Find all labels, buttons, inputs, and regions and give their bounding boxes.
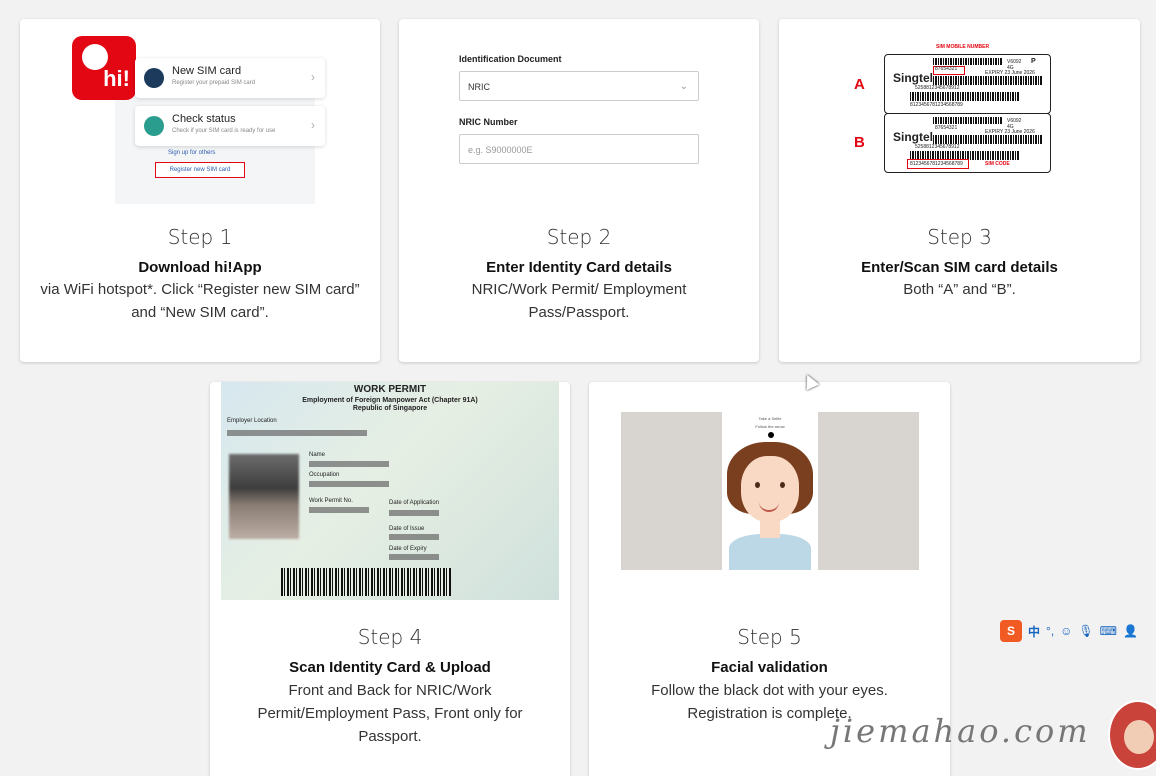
hi-app-logo: hi! [72, 36, 136, 100]
sim-mobile-number: 87654321 [935, 66, 958, 72]
id-document-select: NRIC ⌄ [459, 71, 699, 101]
chevron-right-icon: › [311, 70, 315, 84]
user-icon[interactable]: 👤 [1123, 624, 1138, 638]
sim-card-code: 5258812345678912 [915, 85, 960, 91]
step-card-3: A B SIM MOBILE NUMBER Singtel 87654321 V… [779, 19, 1140, 362]
new-sim-subtitle: Register your prepaid SIM card [172, 80, 256, 86]
step-title: Download hi!App [138, 259, 262, 276]
permit-title: WORK PERMIT [353, 384, 427, 395]
permit-barcode [281, 568, 451, 596]
permit-date-application-label: Date of Application [389, 500, 440, 506]
work-permit-image: WORK PERMIT Employment of Foreign Manpow… [221, 382, 559, 600]
sim-barcode [910, 92, 1020, 101]
step-title: Scan Identity Card & Upload [289, 659, 491, 676]
watermark-avatar [1108, 700, 1156, 770]
avatar-eye-left [755, 482, 760, 488]
step-number: Step 2 [546, 225, 612, 249]
singtel-logo: Singtel [893, 130, 934, 144]
sim-barcode [933, 76, 1043, 85]
avatar-shirt [729, 534, 811, 570]
step-description: Both “A” and “B”. [903, 281, 1016, 298]
id-document-value: NRIC [468, 82, 490, 92]
step-card-2: Identification Document NRIC ⌄ NRIC Numb… [399, 19, 759, 362]
permit-number-label: Work Permit No. [309, 498, 353, 504]
selfie-subheader: Follow the arrow [755, 424, 785, 429]
sim-type: P [1031, 58, 1036, 65]
permit-date-issue-label: Date of Issue [389, 526, 425, 532]
redacted-text [309, 507, 369, 513]
new-sim-title: New SIM card [172, 65, 242, 77]
emoji-icon[interactable]: ☺ [1060, 624, 1072, 638]
avatar-face-icon [1124, 720, 1154, 754]
redacted-text [227, 430, 367, 436]
chevron-down-icon: ⌄ [679, 81, 688, 92]
id-document-label: Identification Document [459, 54, 562, 64]
sim-mobile-number: 87654321 [935, 125, 958, 131]
redacted-text [309, 481, 389, 487]
selfie-header: Take a Selfie [758, 416, 782, 421]
nric-placeholder: e.g. S9000000E [468, 145, 533, 155]
sim-code: 8123456781234568789 [910, 102, 963, 108]
step-card-1: hi! New SIM card Register your prepaid S… [20, 19, 380, 362]
punctuation-icon[interactable]: °, [1046, 624, 1054, 638]
step-description: Front and Back for NRIC/Work Permit/Empl… [257, 682, 523, 745]
step-title: Enter/Scan SIM card details [861, 259, 1058, 276]
avatar-face [741, 456, 799, 522]
sim-mobile-number-label: SIM MOBILE NUMBER [936, 44, 990, 50]
sim-barcode [933, 58, 1003, 65]
microphone-icon[interactable]: 🎙 [1078, 624, 1093, 638]
hi-mascot-icon [82, 44, 108, 70]
avatar-eye-right [780, 482, 785, 488]
step-title: Facial validation [711, 659, 828, 676]
ime-language-toggle[interactable]: 中 [1028, 623, 1040, 640]
redacted-text [309, 461, 389, 467]
check-status-subtitle: Check if your SIM card is ready for use [172, 128, 276, 134]
check-status-menu: Check status Check if your SIM card is r… [135, 106, 325, 146]
permit-subtitle-1: Employment of Foreign Manpower Act (Chap… [302, 397, 478, 404]
sim-code: 8123456781234568789 [910, 161, 963, 167]
step-number: Step 5 [737, 625, 802, 649]
permit-photo [229, 454, 299, 539]
permit-occupation-label: Occupation [309, 472, 340, 478]
chevron-right-icon: › [311, 118, 315, 132]
sim-label-a: A [854, 76, 865, 93]
new-sim-card-menu: New SIM card Register your prepaid SIM c… [135, 58, 325, 98]
singtel-logo: Singtel [893, 71, 934, 85]
sim-card-code: 5258812345678912 [915, 144, 960, 150]
step-card-4: WORK PERMIT Employment of Foreign Manpow… [210, 382, 570, 776]
nric-number-label: NRIC Number [459, 117, 518, 127]
step-title: Enter Identity Card details [486, 259, 672, 276]
sim-card-icon [144, 68, 164, 88]
step-number: Step 1 [167, 225, 233, 249]
check-status-title: Check status [172, 113, 236, 125]
keyboard-icon[interactable]: ⌨ [1100, 624, 1117, 638]
signup-link: Sign up for others [168, 150, 216, 156]
phone-icon [144, 116, 164, 136]
step-description: NRIC/Work Permit/ Employment Pass/Passpo… [471, 281, 687, 321]
step-number: Step 3 [927, 225, 992, 249]
step-description: via WiFi hotspot*. Click “Register new S… [40, 281, 360, 321]
sim-barcode [933, 117, 1003, 124]
redacted-text [389, 534, 439, 540]
watermark: jiemahao.com [830, 712, 1091, 750]
permit-employer-label: Employer Location [227, 418, 277, 424]
nric-number-field: e.g. S9000000E [459, 134, 699, 164]
redacted-text [389, 510, 439, 516]
register-new-sim-button: Register new SIM card [155, 162, 245, 178]
ime-toolbar[interactable]: S 中 °, ☺ 🎙 ⌨ 👤 [1000, 620, 1138, 642]
sim-barcode [933, 135, 1043, 144]
sim-card-b: Singtel 87654321 V6092 4G EXPIRY 23 June… [884, 113, 1051, 173]
step-number: Step 4 [357, 625, 423, 649]
sim-label-b: B [854, 134, 865, 151]
sim-code-label: SIM CODE [985, 161, 1010, 167]
sim-card-a: Singtel 87654321 V6092 P 4G EXPIRY 23 Ju… [884, 54, 1051, 114]
redacted-text [389, 554, 439, 560]
permit-date-expiry-label: Date of Expiry [389, 546, 427, 552]
hi-logo-text: hi! [103, 66, 130, 91]
black-dot [768, 432, 774, 438]
avatar-neck [760, 520, 780, 538]
permit-subtitle-2: Republic of Singapore [352, 405, 428, 412]
permit-name-label: Name [309, 452, 326, 458]
sogou-ime-icon[interactable]: S [1000, 620, 1022, 642]
